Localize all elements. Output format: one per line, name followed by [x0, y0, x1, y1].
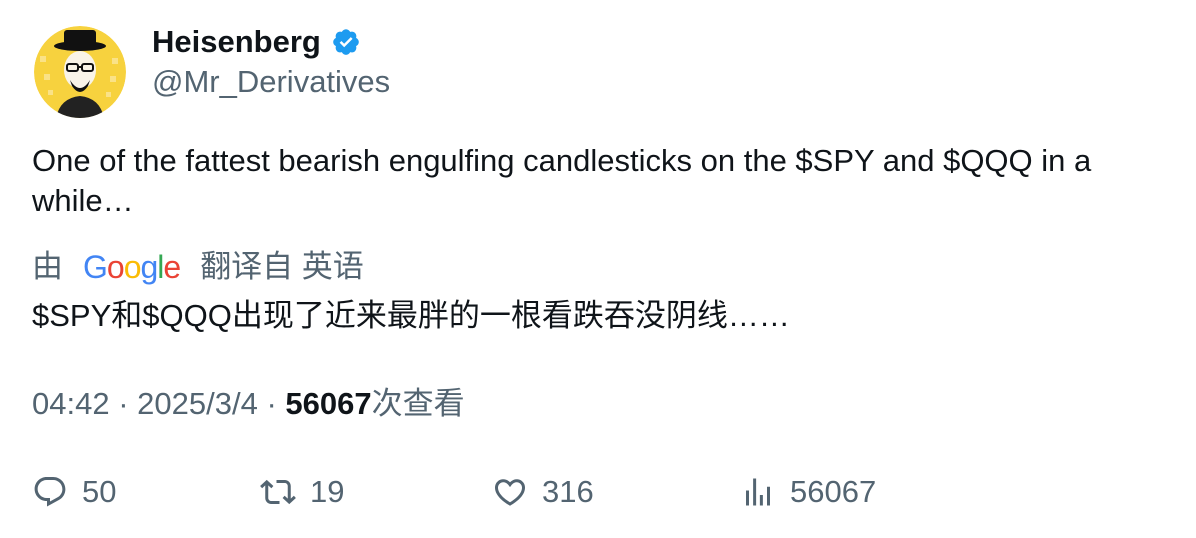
reply-count: 50 — [82, 474, 117, 509]
reply-icon — [34, 477, 66, 507]
views-action-count: 56067 — [790, 474, 877, 509]
heisenberg-avatar-icon — [34, 26, 126, 118]
retweet-button[interactable]: 19 — [260, 472, 344, 512]
author-display-name[interactable]: Heisenberg — [152, 22, 321, 62]
reply-button[interactable]: 50 — [32, 472, 116, 512]
views-label: 次查看 — [371, 386, 465, 421]
tweet-date[interactable]: 2025/3/4 — [137, 386, 258, 421]
meta-separator: · — [118, 386, 129, 421]
retweet-count: 19 — [310, 474, 345, 509]
google-logo-icon: Google — [83, 249, 181, 285]
author-handle[interactable]: @Mr_Derivatives — [152, 62, 390, 102]
like-button[interactable]: 316 — [492, 472, 594, 512]
views-button[interactable]: 56067 — [740, 472, 876, 512]
analytics-icon — [746, 478, 770, 506]
retweet-icon — [260, 479, 296, 505]
action-bar: 50 19 316 56067 — [32, 472, 1162, 512]
translation-suffix: 翻译自 英语 — [200, 249, 364, 284]
heart-icon — [494, 479, 526, 506]
meta-separator: · — [266, 386, 277, 421]
avatar[interactable] — [34, 26, 126, 118]
author-name-row[interactable]: Heisenberg — [152, 22, 361, 62]
views-count: 56067 — [285, 386, 372, 421]
tweet-time[interactable]: 04:42 — [32, 386, 110, 421]
translation-prefix: 由 — [32, 249, 63, 284]
tweet-meta: 04:42 · 2025/3/4 · 56067次查看 — [32, 384, 465, 424]
translation-attribution[interactable]: 由 Google 翻译自 英语 — [32, 247, 364, 287]
translated-text: $SPY和$QQQ出现了近来最胖的一根看跌吞没阴线…… — [32, 298, 790, 333]
tweet-text: One of the fattest bearish engulfing can… — [32, 143, 1092, 218]
like-count: 316 — [542, 474, 594, 509]
verified-badge-icon — [333, 29, 359, 55]
